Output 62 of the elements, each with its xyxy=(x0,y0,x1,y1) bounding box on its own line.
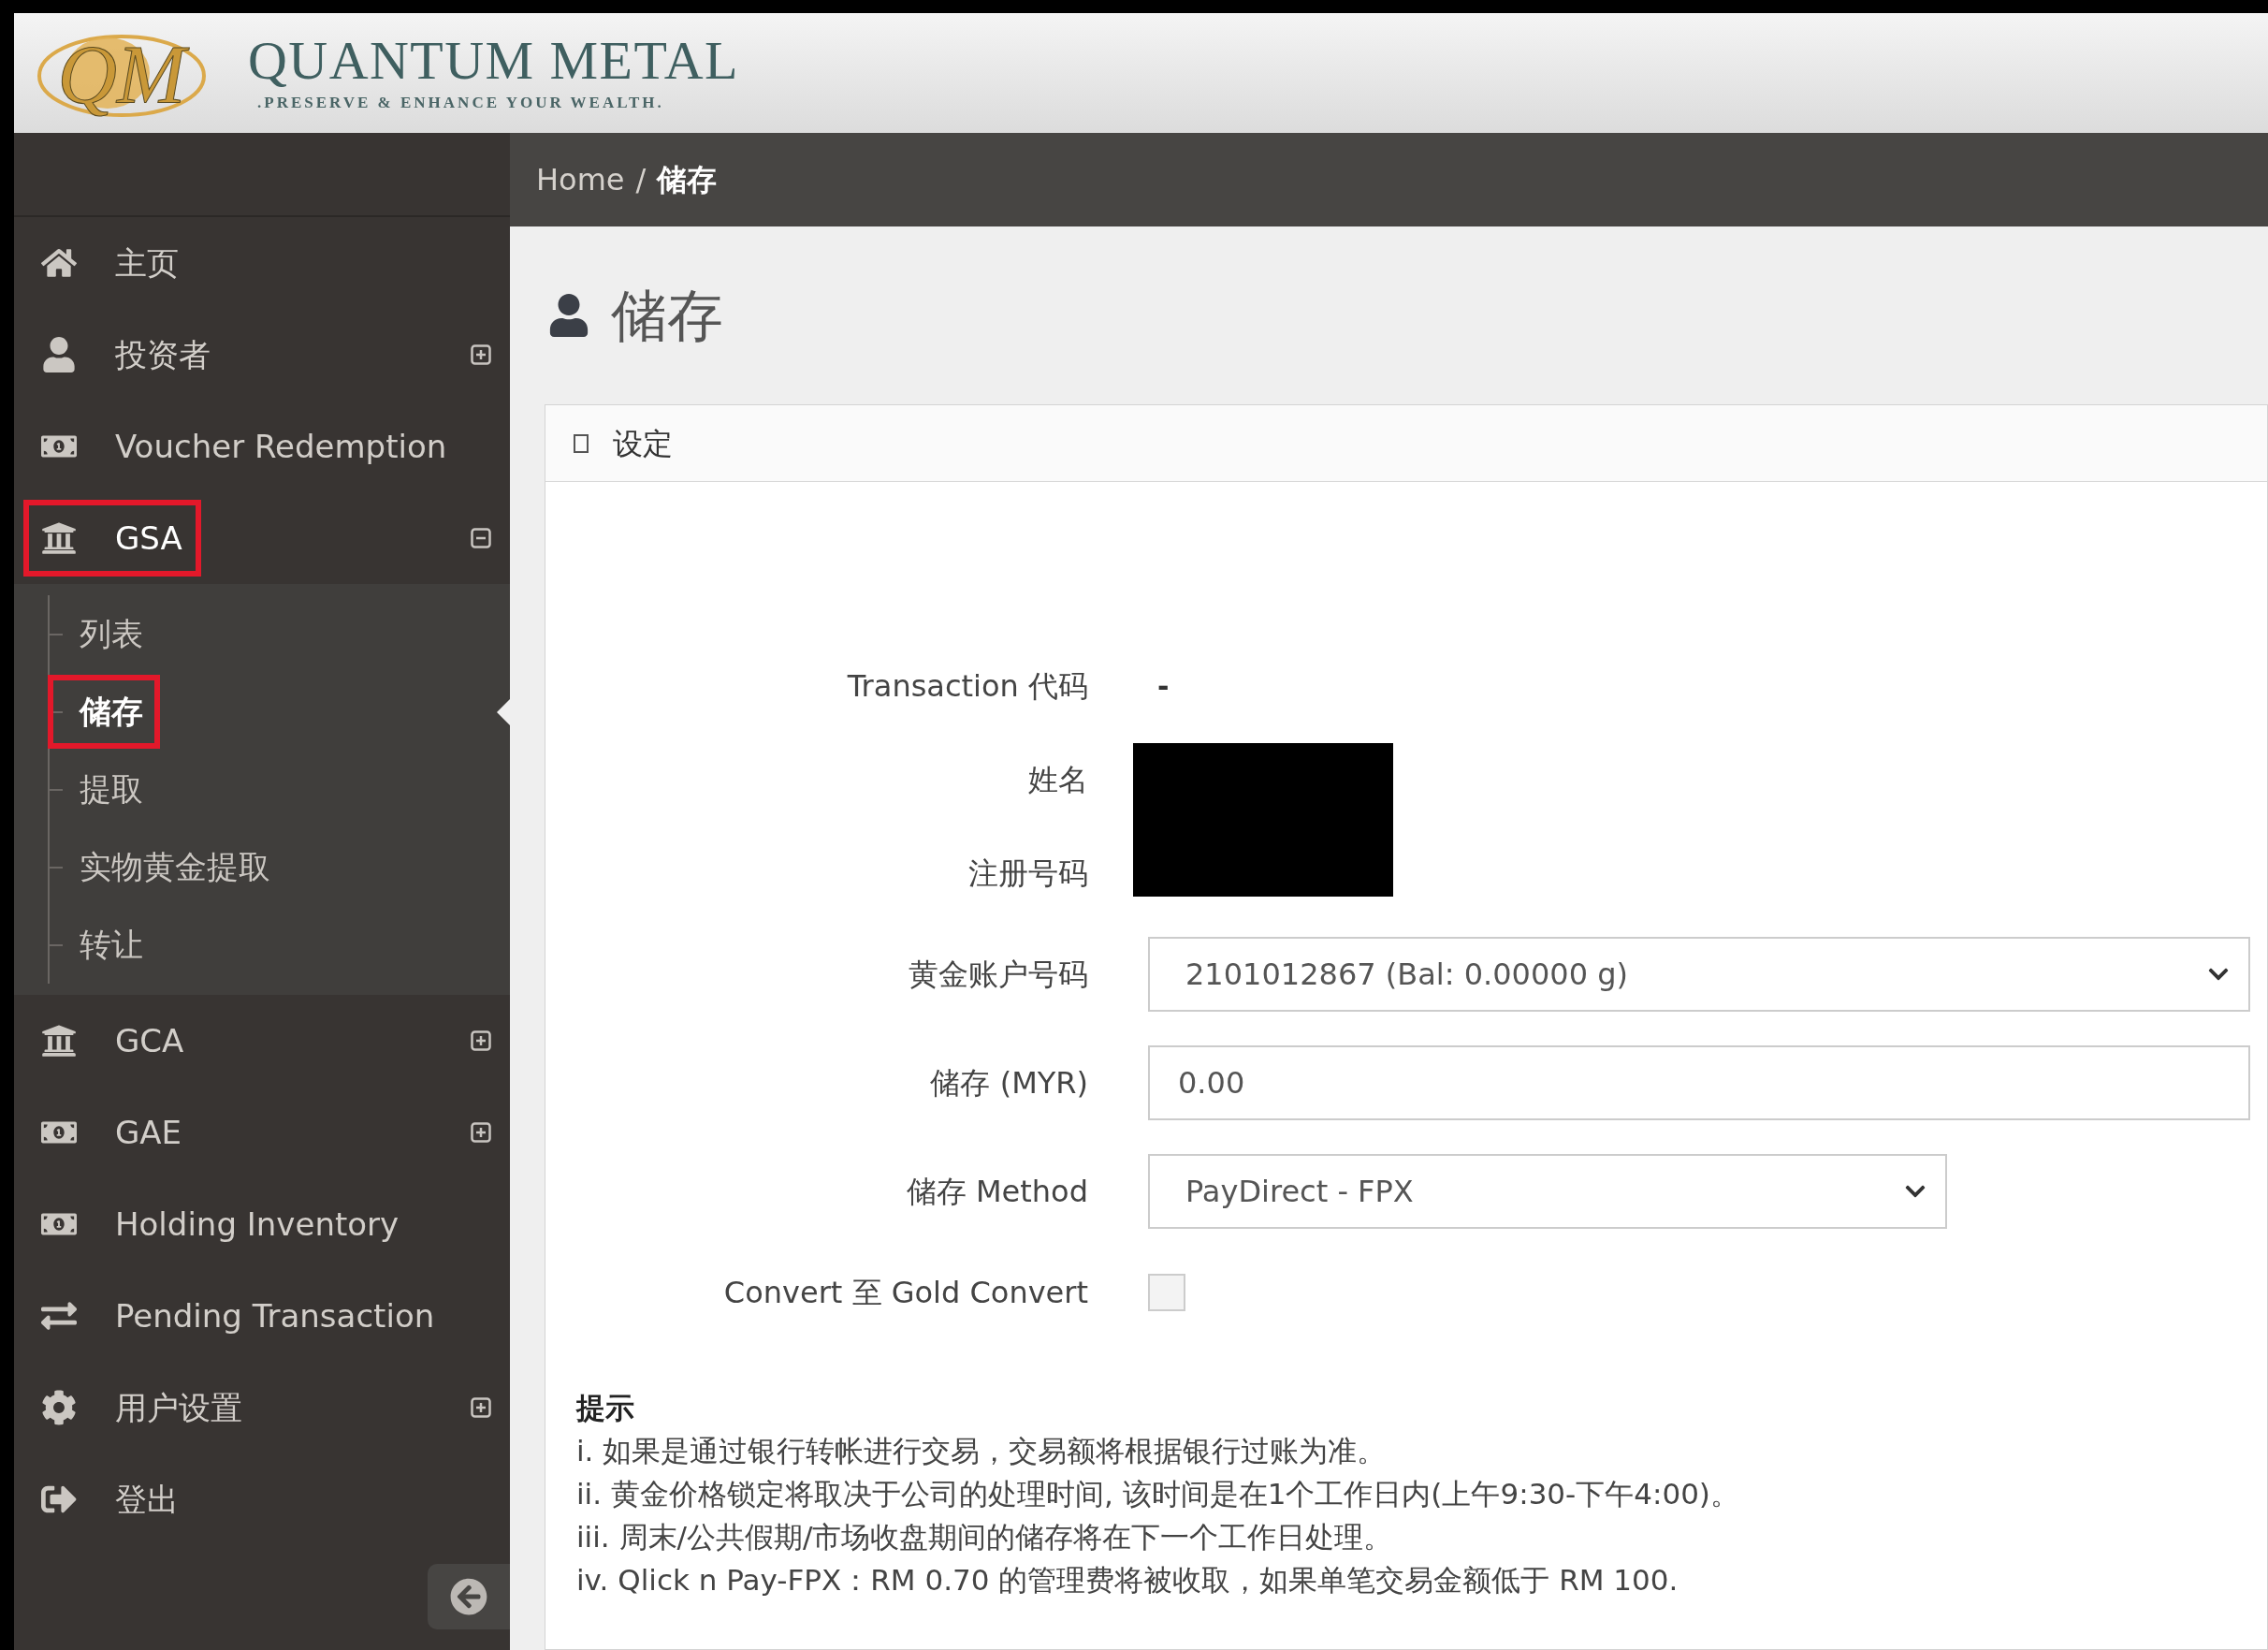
field-label: 黄金账户号码 xyxy=(908,956,1088,994)
input-field[interactable]: 0.00 xyxy=(1148,1045,2250,1120)
sidebar-item[interactable]: GAE xyxy=(14,1087,510,1178)
panel-title: 设定 xyxy=(613,424,673,463)
sidebar-item[interactable]: Pending Transaction xyxy=(14,1270,510,1362)
field-label: 储存 Method xyxy=(905,1173,1088,1211)
sidebar-label: 主页 xyxy=(115,242,179,284)
note-text: ii. 黄金价格锁定将取决于公司的处理时间, 该时间是在1个工作日内(上午9:30-下午4:00)。 xyxy=(576,1476,1740,1512)
submenu-item[interactable]: 提取 xyxy=(48,752,160,826)
submenu-item[interactable]: 列表 xyxy=(48,597,160,671)
expand-icon[interactable] xyxy=(471,1122,491,1143)
notes-title: 提示 xyxy=(576,1390,635,1426)
note-text: iii. 周末/公共假期/市场收盘期间的储存将在下一个工作日处理。 xyxy=(576,1519,1394,1555)
sidebar-item[interactable]: Holding Inventory xyxy=(14,1178,510,1270)
sidebar-label: Voucher Redemption xyxy=(115,426,447,467)
sidebar-label: 投资者 xyxy=(115,334,211,375)
breadcrumb-link[interactable]: 储存 xyxy=(657,157,718,202)
field-label: Convert 至 Gold Convert xyxy=(722,1274,1088,1312)
collapse-icon[interactable] xyxy=(471,528,491,548)
submenu-item[interactable]: 转让 xyxy=(48,908,160,982)
square-icon xyxy=(574,433,589,453)
field-label: 注册号码 xyxy=(967,854,1088,893)
dropdown-field[interactable]: 2101012867 (Bal: 0.00000 g) xyxy=(1148,937,2250,1012)
field-label: 姓名 xyxy=(1027,761,1088,799)
sidebar-item[interactable]: 投资者 xyxy=(14,309,510,401)
sidebar-label: Holding Inventory xyxy=(115,1204,400,1245)
field-label: Transaction 代码 xyxy=(846,667,1088,706)
dropdown-field[interactable]: PayDirect - FPX xyxy=(1148,1154,1947,1229)
submenu-item[interactable]: 储存 xyxy=(48,675,160,749)
sidebar-item[interactable]: Voucher Redemption xyxy=(14,401,510,492)
user-icon xyxy=(41,337,77,372)
sidebar-label: GCA xyxy=(115,1020,184,1061)
field-label: 储存 (MYR) xyxy=(929,1064,1088,1102)
expand-icon[interactable] xyxy=(471,1030,491,1051)
collapse-sidebar-button[interactable] xyxy=(428,1564,510,1629)
sidebar-label: 用户设置 xyxy=(115,1387,242,1428)
sidebar-item[interactable]: GSA xyxy=(14,492,510,584)
sidebar-item[interactable]: GCA xyxy=(14,995,510,1087)
settings-icon xyxy=(41,1390,77,1425)
breadcrumb-link[interactable]: Home xyxy=(536,157,625,202)
sidebar-label: GAE xyxy=(115,1112,182,1153)
bank-icon xyxy=(41,520,77,556)
breadcrumb-separator: / xyxy=(635,161,647,199)
brand-name: QUANTUM METAL xyxy=(248,31,739,92)
brand-tagline: .PRESERVE & ENHANCE YOUR WEALTH. xyxy=(257,93,665,114)
submenu-item[interactable]: 实物黄金提取 xyxy=(48,830,287,904)
field-value: - xyxy=(1157,668,1170,705)
sidebar-label: GSA xyxy=(115,518,182,559)
sidebar-label: Pending Transaction xyxy=(115,1295,435,1336)
back-arrow-icon xyxy=(450,1578,487,1615)
expand-icon[interactable] xyxy=(471,344,491,365)
bank-icon xyxy=(41,1023,77,1059)
sidebar-item[interactable]: 主页 xyxy=(14,217,510,309)
sidebar-label: 登出 xyxy=(115,1479,179,1520)
note-text: iv. Qlick n Pay-FPX：RM 0.70 的管理费将被收取，如果单笔交易金额低于 RM 100. xyxy=(576,1562,1679,1599)
expand-icon[interactable] xyxy=(471,1397,491,1418)
note-text: i. 如果是通过银行转帐进行交易，交易额将根据银行过账为准。 xyxy=(576,1433,1388,1469)
sidebar-item[interactable]: 登出 xyxy=(14,1453,510,1545)
checkbox[interactable] xyxy=(1148,1274,1185,1311)
sidebar-item[interactable]: 用户设置 xyxy=(14,1362,510,1453)
user-icon xyxy=(547,294,590,337)
page-title: 储存 xyxy=(611,282,723,350)
